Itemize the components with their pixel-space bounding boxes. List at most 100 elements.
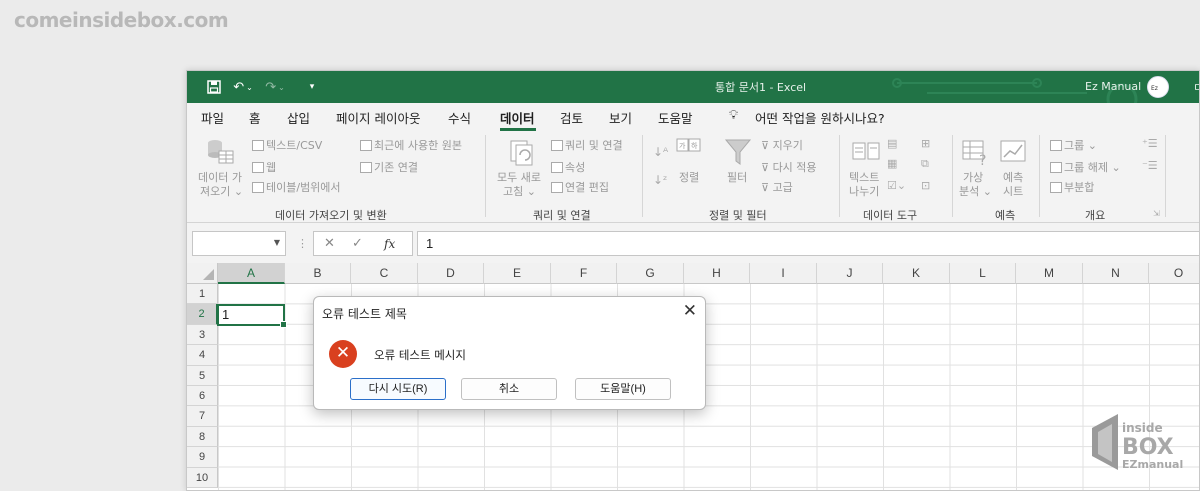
tab-data[interactable]: 데이터 bbox=[500, 108, 535, 127]
flash-fill-icon[interactable]: ▤ bbox=[887, 137, 897, 150]
queries-connections-button[interactable]: 쿼리 및 연결 bbox=[551, 137, 623, 153]
group-label-queries: 쿼리 및 연결 bbox=[533, 209, 591, 222]
tab-help[interactable]: 도움말 bbox=[658, 108, 693, 127]
table-range-button[interactable]: 테이블/범위에서 bbox=[252, 179, 341, 195]
column-header-k[interactable]: K bbox=[883, 263, 950, 284]
data-model-icon[interactable]: ⊡ bbox=[921, 179, 930, 192]
ribbon-tabs: 파일 홈 삽입 페이지 레이아웃 수식 데이터 검토 보기 도움말 💡︎ 어떤 … bbox=[187, 103, 1199, 131]
tell-me-search[interactable]: 어떤 작업을 원하시나요? bbox=[755, 108, 885, 127]
ungroup-button[interactable]: 그룹 해제 ⌄ bbox=[1050, 159, 1121, 175]
retry-button[interactable]: 다시 시도(R) bbox=[350, 378, 446, 400]
tab-insert[interactable]: 삽입 bbox=[287, 108, 310, 127]
close-icon[interactable]: ✕ bbox=[683, 301, 697, 321]
customize-toolbar-icon[interactable]: ▾ bbox=[303, 78, 321, 96]
tab-page-layout[interactable]: 페이지 레이아웃 bbox=[336, 108, 420, 127]
forecast-sheet-line2[interactable]: 시트 bbox=[1003, 183, 1023, 199]
tab-file[interactable]: 파일 bbox=[201, 108, 224, 127]
column-header-b[interactable]: B bbox=[285, 263, 351, 284]
logo-line3: EZmanual bbox=[1122, 458, 1183, 471]
column-header-e[interactable]: E bbox=[484, 263, 551, 284]
web-button[interactable]: 웹 bbox=[252, 159, 276, 175]
enter-formula-icon[interactable]: ✓ bbox=[352, 236, 363, 251]
undo-icon[interactable]: ↶ ⌄ bbox=[231, 78, 255, 96]
properties-button[interactable]: 속성 bbox=[551, 159, 585, 175]
data-validation-icon[interactable]: ☑︎⌄ bbox=[887, 179, 906, 192]
formula-input[interactable]: 1 bbox=[417, 231, 1199, 256]
document-title: 통합 문서1 - Excel bbox=[715, 81, 807, 94]
cancel-formula-icon[interactable]: ✕ bbox=[324, 236, 335, 251]
column-header-n[interactable]: N bbox=[1083, 263, 1149, 284]
what-if-line2[interactable]: 분석 ⌄ bbox=[959, 183, 992, 199]
name-box-dropdown-icon[interactable]: ▼ bbox=[274, 238, 280, 247]
redo-icon[interactable]: ↷ ⌄ bbox=[263, 78, 287, 96]
row-header-6[interactable]: 6 bbox=[187, 386, 218, 407]
filter-button[interactable]: 필터 bbox=[727, 169, 747, 185]
what-if-analysis-icon: ? bbox=[962, 140, 986, 167]
refresh-all-line2[interactable]: 고침 ⌄ bbox=[503, 183, 536, 199]
relationships-icon[interactable]: ⧉ bbox=[921, 157, 929, 171]
table-icon bbox=[252, 182, 264, 193]
column-header-l[interactable]: L bbox=[950, 263, 1016, 284]
recent-sources-button[interactable]: 최근에 사용한 원본 bbox=[360, 137, 462, 153]
reapply-button[interactable]: ⊽ 다시 적용 bbox=[761, 159, 817, 175]
row-header-1[interactable]: 1 bbox=[187, 284, 218, 305]
properties-icon bbox=[551, 162, 563, 173]
name-box[interactable]: ▼ bbox=[192, 231, 286, 256]
group-label-text: 그룹 bbox=[1064, 139, 1085, 152]
group-separator bbox=[1165, 135, 1166, 217]
column-header-h[interactable]: H bbox=[684, 263, 750, 284]
column-header-o[interactable]: O bbox=[1149, 263, 1199, 284]
row-header-3[interactable]: 3 bbox=[187, 324, 218, 346]
row-header-9[interactable]: 9 bbox=[187, 447, 218, 468]
get-data-line2[interactable]: 져오기 ⌄ bbox=[200, 183, 243, 199]
sort-az-icon[interactable]: ↓ᴬ bbox=[653, 145, 668, 159]
insert-function-icon[interactable]: fx bbox=[384, 237, 395, 251]
column-header-i[interactable]: I bbox=[750, 263, 817, 284]
clear-filter-button[interactable]: ⊽ 지우기 bbox=[761, 137, 803, 153]
remove-duplicates-icon[interactable]: ▦ bbox=[887, 157, 897, 170]
existing-connections-button[interactable]: 기존 연결 bbox=[360, 159, 418, 175]
user-name[interactable]: Ez Manual bbox=[1085, 80, 1141, 93]
save-icon[interactable] bbox=[205, 78, 223, 96]
consolidate-icon[interactable]: ⊞ bbox=[921, 137, 930, 150]
recent-sources-icon bbox=[360, 140, 372, 151]
lightbulb-icon[interactable]: 💡︎ bbox=[729, 108, 738, 123]
column-header-m[interactable]: M bbox=[1016, 263, 1083, 284]
help-button[interactable]: 도움말(H) bbox=[575, 378, 671, 400]
excel-window: ↶⌄ ↷⌄ ▾ 통합 문서1 - Excel Ez Manual Ez ㄷ 파일… bbox=[186, 70, 1200, 491]
column-header-g[interactable]: G bbox=[617, 263, 684, 284]
tab-formulas[interactable]: 수식 bbox=[448, 108, 471, 127]
dialog-launcher-icon[interactable]: ⇲ bbox=[1153, 209, 1160, 218]
avatar[interactable]: Ez bbox=[1147, 76, 1169, 98]
row-header-8[interactable]: 8 bbox=[187, 426, 218, 448]
column-header-c[interactable]: C bbox=[351, 263, 418, 284]
select-all-button[interactable] bbox=[187, 263, 218, 284]
group-separator bbox=[839, 135, 840, 217]
row-header-10[interactable]: 10 bbox=[187, 467, 218, 488]
row-header-7[interactable]: 7 bbox=[187, 406, 218, 427]
group-button[interactable]: 그룹 ⌄ bbox=[1050, 137, 1097, 153]
ungroup-label-text: 그룹 해제 bbox=[1064, 161, 1108, 174]
show-detail-icon[interactable]: ⁺☰ bbox=[1142, 137, 1158, 150]
sort-button[interactable]: 정렬 bbox=[679, 169, 699, 185]
active-cell-a2[interactable]: 1 bbox=[217, 304, 287, 328]
column-header-f[interactable]: F bbox=[551, 263, 617, 284]
tab-review[interactable]: 검토 bbox=[560, 108, 583, 127]
row-header-4[interactable]: 4 bbox=[187, 345, 218, 366]
tab-home[interactable]: 홈 bbox=[249, 108, 261, 127]
column-header-d[interactable]: D bbox=[418, 263, 484, 284]
edit-links-button[interactable]: 연결 편집 bbox=[551, 179, 609, 195]
column-header-a[interactable]: A bbox=[218, 263, 285, 284]
hide-detail-icon[interactable]: ⁻☰ bbox=[1142, 159, 1158, 172]
row-header-2[interactable]: 2 bbox=[187, 304, 218, 325]
subtotal-button[interactable]: 부분합 bbox=[1050, 179, 1094, 195]
column-header-j[interactable]: J bbox=[817, 263, 883, 284]
text-csv-button[interactable]: 텍스트/CSV bbox=[252, 137, 322, 153]
advanced-filter-button[interactable]: ⊽ 고급 bbox=[761, 179, 793, 195]
group-separator bbox=[952, 135, 953, 217]
text-to-columns-line2[interactable]: 나누기 bbox=[849, 183, 879, 199]
row-header-5[interactable]: 5 bbox=[187, 365, 218, 386]
sort-za-icon[interactable]: ↓ᶻ bbox=[653, 173, 667, 187]
tab-view[interactable]: 보기 bbox=[609, 108, 632, 127]
cancel-button[interactable]: 취소 bbox=[461, 378, 557, 400]
